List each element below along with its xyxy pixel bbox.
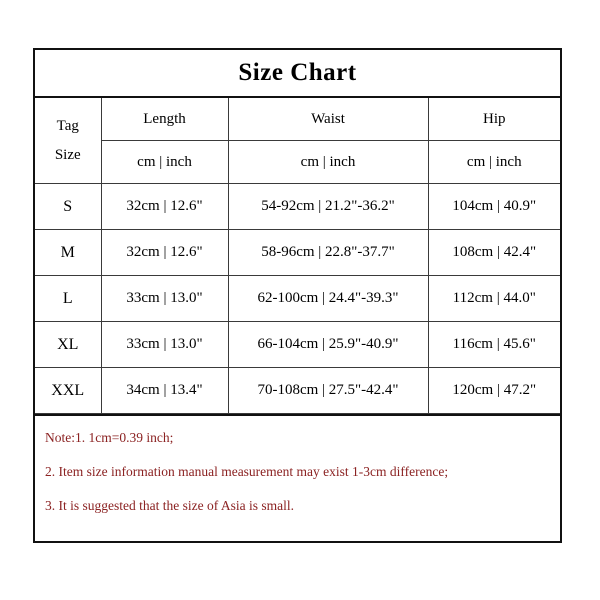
cell-length: 33cm | 13.0" [100, 275, 229, 322]
cell-waist: 54-92cm | 21.2"-36.2" [227, 183, 429, 230]
cell-size: S [35, 183, 102, 230]
cell-waist: 70-108cm | 27.5"-42.4" [227, 367, 429, 414]
cell-length: 32cm | 12.6" [100, 183, 229, 230]
cell-size: M [35, 229, 102, 276]
cell-length: 33cm | 13.0" [100, 321, 229, 368]
size-chart-frame: Size Chart Tag Size Length Waist Hip cm … [33, 48, 562, 543]
table-row: L 33cm | 13.0" 62-100cm | 24.4"-39.3" 11… [35, 275, 560, 322]
table-header: Tag Size Length Waist Hip cm | inch cm |… [35, 98, 560, 184]
size-label: Size [54, 146, 81, 163]
size-chart-table: Tag Size Length Waist Hip cm | inch cm |… [35, 98, 560, 414]
cell-hip: 108cm | 42.4" [427, 229, 560, 276]
size-chart-page: Size Chart Tag Size Length Waist Hip cm … [0, 0, 600, 600]
cell-size: XL [35, 321, 102, 368]
page-title: Size Chart [238, 59, 357, 86]
cell-size: XXL [35, 367, 102, 414]
table-row: XXL 34cm | 13.4" 70-108cm | 27.5"-42.4" … [35, 367, 560, 414]
column-header-waist: Waist [227, 98, 429, 141]
cell-hip: 104cm | 40.9" [427, 183, 560, 230]
cell-hip: 120cm | 47.2" [427, 367, 560, 414]
unit-header-length: cm | inch [101, 140, 229, 184]
column-header-length: Length [100, 98, 229, 141]
header-row-units: cm | inch cm | inch cm | inch [35, 140, 560, 184]
chart-title-row: Size Chart [35, 50, 560, 98]
cell-length: 34cm | 13.4" [100, 367, 229, 414]
cell-waist: 58-96cm | 22.8"-37.7" [227, 229, 429, 276]
cell-hip: 116cm | 45.6" [427, 321, 560, 368]
unit-header-hip: cm | inch [427, 140, 560, 184]
table-row: M 32cm | 12.6" 58-96cm | 22.8"-37.7" 108… [35, 229, 560, 276]
table-body: S 32cm | 12.6" 54-92cm | 21.2"-36.2" 104… [35, 183, 560, 414]
notes-section: Note:1. 1cm=0.39 inch; 2. Item size info… [35, 414, 560, 515]
header-row-groups: Tag Size Length Waist Hip [35, 98, 560, 184]
cell-size: L [35, 275, 102, 322]
tag-size-header-cell: Tag Size [35, 98, 102, 184]
cell-length: 32cm | 12.6" [100, 229, 229, 276]
note-item-2: 2. Item size information manual measurem… [45, 464, 449, 480]
cell-waist: 62-100cm | 24.4"-39.3" [227, 275, 429, 322]
column-header-hip: Hip [427, 98, 560, 141]
note-item-1: Note:1. 1cm=0.39 inch; [45, 430, 174, 445]
table-row: XL 33cm | 13.0" 66-104cm | 25.9"-40.9" 1… [35, 321, 560, 368]
cell-hip: 112cm | 44.0" [427, 275, 560, 322]
cell-waist: 66-104cm | 25.9"-40.9" [227, 321, 429, 368]
tag-label: Tag [56, 118, 79, 134]
note-item-3: 3. It is suggested that the size of Asia… [45, 498, 294, 514]
table-row: S 32cm | 12.6" 54-92cm | 21.2"-36.2" 104… [35, 183, 560, 230]
unit-header-waist: cm | inch [227, 140, 429, 184]
